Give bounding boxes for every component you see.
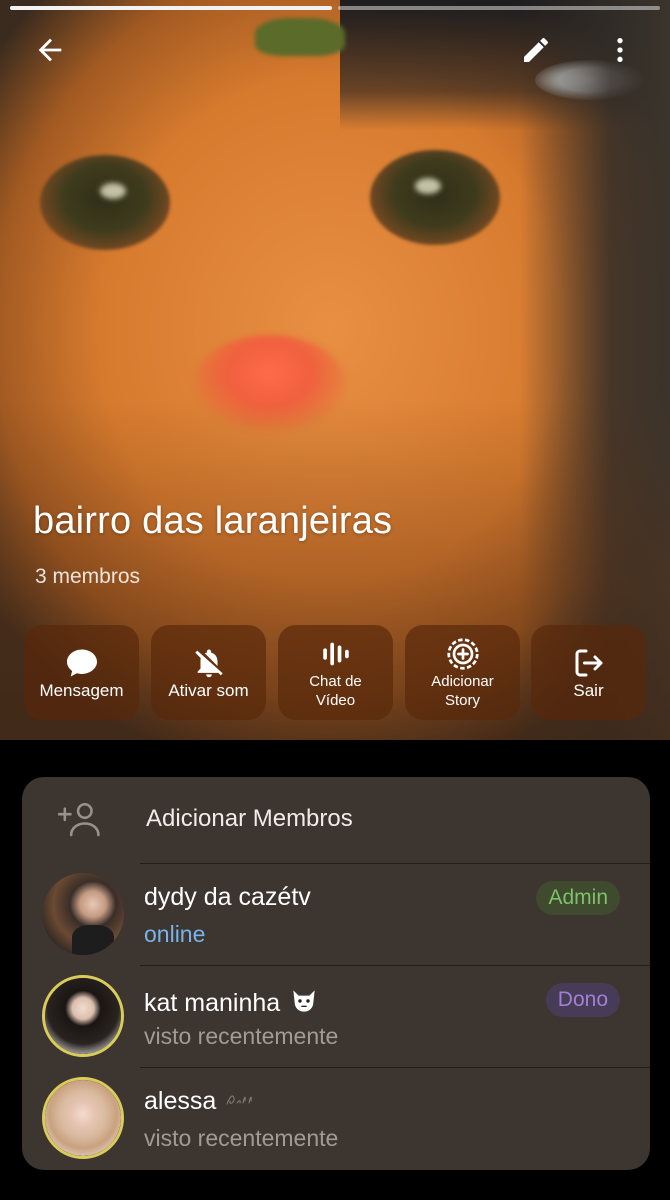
add-story-label: Adicionar Story — [431, 672, 494, 709]
unmute-button[interactable]: Ativar som — [151, 625, 266, 720]
avatar[interactable] — [42, 1077, 124, 1159]
group-title: bairro das laranjeiras — [33, 500, 393, 542]
member-name: dydy da cazétv — [144, 883, 311, 911]
owner-badge: Dono — [545, 983, 620, 1017]
voice-chat-icon — [322, 642, 349, 665]
row-divider — [140, 863, 650, 864]
admin-badge: Admin — [536, 881, 620, 915]
unmute-label: Ativar som — [168, 681, 249, 700]
add-members-label: Adicionar Membros — [146, 805, 353, 832]
cat-eye-left — [40, 155, 170, 250]
member-status: visto recentemente — [144, 1023, 339, 1049]
pencil-icon — [524, 37, 548, 62]
member-name: alessa — [144, 1087, 260, 1117]
member-status: visto recentemente — [144, 1125, 339, 1151]
members-count: 3 membros — [35, 565, 141, 588]
add-person-icon — [56, 799, 104, 844]
member-row[interactable]: alessa visto recentemente — [22, 1067, 650, 1169]
bell-off-icon — [194, 649, 223, 678]
exit-icon — [575, 649, 602, 677]
member-row[interactable]: kat maninha visto recentemente Dono — [22, 965, 650, 1067]
video-chat-label: Chat de Vídeo — [309, 672, 362, 709]
add-story-button[interactable]: Adicionar Story — [405, 625, 520, 720]
row-divider — [140, 965, 650, 966]
more-options-button[interactable] — [598, 28, 642, 72]
message-label: Mensagem — [39, 681, 124, 700]
story-progress-next — [338, 6, 660, 10]
add-story-icon — [446, 637, 479, 670]
back-button[interactable] — [28, 28, 72, 72]
cat-eye-right — [370, 150, 500, 245]
action-bar: Mensagem Ativar som Chat de Vídeo Adicio… — [24, 625, 646, 720]
group-header-photo[interactable]: bairro das laranjeiras 3 membros Mensage… — [0, 0, 670, 740]
avatar[interactable] — [42, 975, 124, 1057]
story-progress-current — [10, 6, 332, 10]
cat-emoji-icon — [288, 985, 320, 1024]
more-vertical-icon — [617, 38, 623, 62]
doll-sticker-icon — [224, 1088, 260, 1117]
row-divider — [140, 1067, 650, 1068]
video-chat-button[interactable]: Chat de Vídeo — [278, 625, 393, 720]
edit-button[interactable] — [514, 28, 558, 72]
message-icon — [66, 649, 97, 677]
leave-label: Sair — [573, 681, 604, 700]
member-status: online — [144, 921, 206, 947]
member-name: kat maninha — [144, 985, 320, 1024]
add-members-button[interactable]: Adicionar Membros — [22, 777, 650, 863]
back-arrow-icon — [38, 38, 62, 62]
member-row[interactable]: dydy da cazétv online Admin — [22, 863, 650, 965]
avatar[interactable] — [42, 873, 124, 955]
leave-button[interactable]: Sair — [531, 625, 646, 720]
members-panel: Adicionar Membros dydy da cazétv online … — [22, 777, 650, 1170]
message-button[interactable]: Mensagem — [24, 625, 139, 720]
pumpkin-stem — [255, 18, 345, 56]
